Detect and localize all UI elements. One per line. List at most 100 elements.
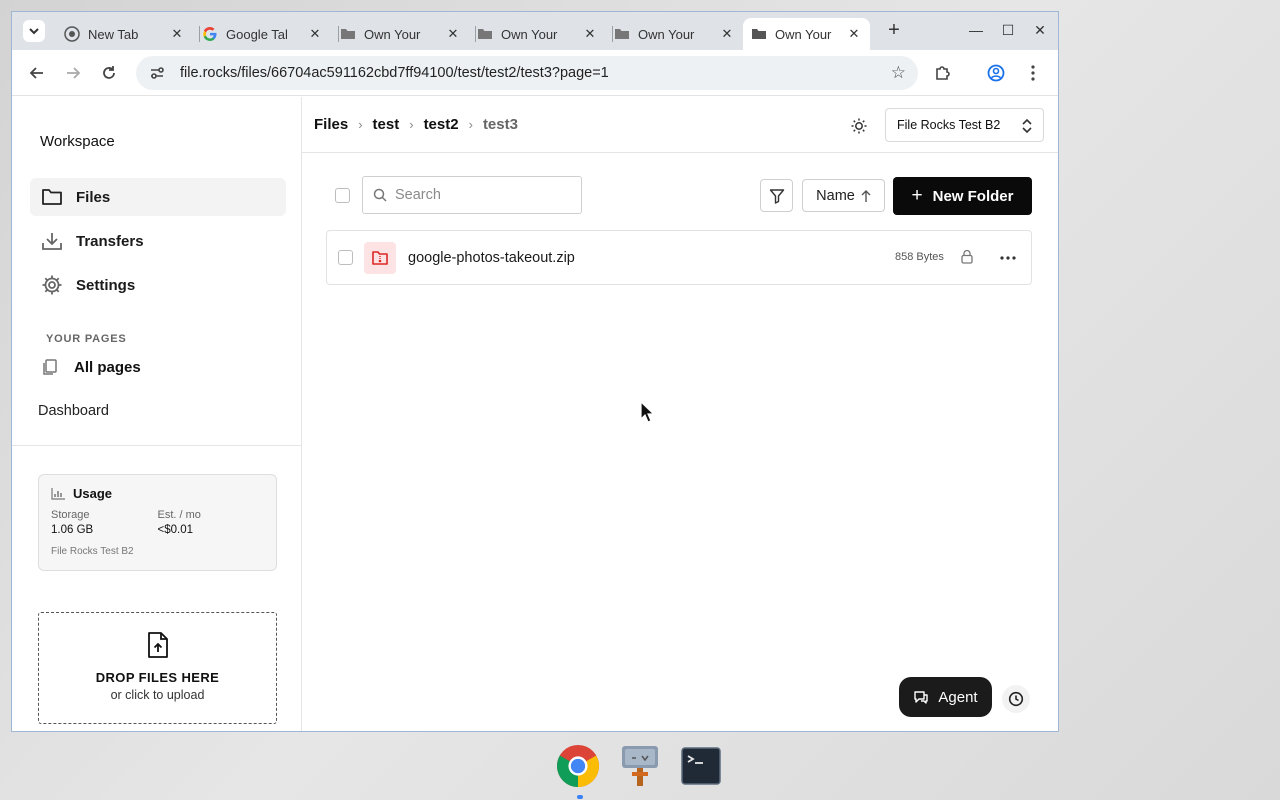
dock-chrome[interactable] — [556, 744, 600, 788]
maximize-icon[interactable]: ☐ — [999, 22, 1017, 39]
folder-icon — [40, 185, 64, 209]
workspace-label[interactable]: Workspace — [40, 133, 115, 150]
tab-own-your-2[interactable]: Own Your ✕ — [469, 18, 606, 50]
sidebar-item-transfers[interactable]: Transfers — [30, 222, 286, 260]
tab-title: Own Your — [638, 26, 695, 42]
sort-button[interactable]: Name — [802, 179, 885, 212]
filerocks-icon — [614, 26, 630, 42]
tab-search-button[interactable] — [23, 20, 45, 42]
download-icon — [40, 229, 64, 253]
sidebar-item-files[interactable]: Files — [30, 178, 286, 216]
extensions-button[interactable] — [932, 62, 954, 84]
storage-stat: Storage 1.06 GB — [51, 509, 158, 536]
active-app-indicator — [577, 795, 583, 799]
file-name[interactable]: google-photos-takeout.zip — [408, 250, 575, 266]
ellipsis-icon — [1000, 256, 1016, 260]
mouse-cursor-icon — [640, 401, 654, 423]
file-checkbox[interactable] — [338, 250, 353, 265]
sidebar-item-label: Transfers — [76, 232, 144, 250]
url-text: file.rocks/files/66704ac591162cbd7ff9410… — [180, 65, 609, 81]
cost-label: Est. / mo — [157, 509, 201, 521]
sort-label: Name — [816, 187, 855, 204]
history-button[interactable] — [1002, 685, 1030, 713]
more-actions-button[interactable] — [997, 249, 1019, 267]
search-input[interactable] — [395, 187, 565, 203]
arrow-up-icon — [861, 189, 871, 202]
search-icon — [373, 188, 387, 202]
close-icon[interactable]: ✕ — [582, 26, 598, 42]
dock-file-manager[interactable] — [618, 744, 662, 788]
storage-value: 1.06 GB — [51, 524, 94, 536]
tab-title: Own Your — [364, 26, 421, 42]
close-icon[interactable]: ✕ — [445, 26, 461, 42]
sidebar-item-label: All pages — [74, 358, 141, 376]
theme-toggle-button[interactable] — [848, 115, 870, 137]
breadcrumb: Files › test › test2 › test3 — [314, 116, 518, 133]
plus-icon: + — [911, 185, 923, 206]
file-row[interactable]: google-photos-takeout.zip 858 Bytes — [326, 230, 1032, 285]
breadcrumb-item-files[interactable]: Files — [314, 116, 348, 133]
puzzle-icon — [936, 66, 950, 80]
close-icon[interactable]: ✕ — [169, 26, 185, 42]
chevron-right-icon: › — [358, 117, 363, 132]
bar-chart-icon — [51, 487, 65, 500]
your-pages-heading: YOUR PAGES — [46, 333, 127, 345]
breadcrumb-item-test3: test3 — [482, 116, 518, 133]
usage-card: Usage Storage 1.06 GB Est. / mo <$0.01 F… — [38, 474, 277, 571]
reload-button[interactable] — [98, 62, 120, 84]
usage-header: Usage — [51, 486, 264, 501]
lock-icon — [961, 249, 973, 269]
bucket-select-value: File Rocks Test B2 — [897, 118, 1001, 132]
minimize-icon[interactable]: — — [967, 22, 985, 38]
close-icon[interactable]: ✕ — [846, 26, 862, 42]
usage-bucket-name: File Rocks Test B2 — [51, 546, 134, 557]
tab-new-tab[interactable]: New Tab ✕ — [56, 18, 193, 50]
filter-icon — [769, 188, 784, 204]
sidebar-item-label: Files — [76, 188, 111, 206]
close-icon[interactable]: ✕ — [307, 26, 323, 42]
window-close-icon[interactable]: ✕ — [1031, 22, 1049, 39]
sidebar-item-settings[interactable]: Settings — [30, 266, 286, 304]
desktop: New Tab ✕ Google Tal ✕ Own Your ✕ Own Yo… — [0, 0, 1280, 800]
arrow-left-icon — [29, 67, 43, 79]
sidebar-item-label: Settings — [76, 276, 136, 294]
bookmark-star-icon[interactable]: ☆ — [891, 63, 906, 83]
file-rocks-app: Workspace Files Transfers Settings YOUR … — [12, 97, 1058, 731]
usage-stats: Storage 1.06 GB Est. / mo <$0.01 — [51, 509, 264, 536]
tab-own-your-1[interactable]: Own Your ✕ — [332, 18, 469, 50]
agent-button[interactable]: Agent — [899, 677, 992, 717]
chrome-icon — [556, 744, 600, 788]
back-button[interactable] — [26, 62, 48, 84]
address-bar[interactable]: file.rocks/files/66704ac591162cbd7ff9410… — [136, 56, 918, 90]
filerocks-icon — [477, 26, 493, 42]
tab-title: Google Tal — [226, 26, 288, 42]
pages-icon — [38, 355, 62, 379]
tab-own-your-active[interactable]: Own Your ✕ — [743, 18, 870, 50]
kebab-menu-icon — [1031, 65, 1035, 81]
tab-own-your-3[interactable]: Own Your ✕ — [606, 18, 743, 50]
select-all-checkbox[interactable] — [335, 188, 350, 203]
gear-icon — [40, 273, 64, 297]
new-folder-button[interactable]: + New Folder — [893, 177, 1032, 215]
new-tab-button[interactable]: + — [884, 20, 904, 41]
search-field[interactable] — [362, 176, 582, 214]
filter-button[interactable] — [760, 179, 793, 212]
breadcrumb-item-test[interactable]: test — [373, 116, 400, 133]
dropzone-title: DROP FILES HERE — [95, 670, 220, 685]
file-upload-icon — [147, 632, 168, 658]
site-info-icon[interactable] — [148, 64, 166, 82]
forward-button[interactable] — [62, 62, 84, 84]
upload-dropzone[interactable]: DROP FILES HERE or click to upload — [38, 612, 277, 724]
terminal-icon — [681, 747, 721, 785]
breadcrumb-item-test2[interactable]: test2 — [424, 116, 459, 133]
dock-terminal[interactable] — [679, 744, 723, 788]
chrome-icon — [64, 26, 80, 42]
close-icon[interactable]: ✕ — [719, 26, 735, 42]
profile-button[interactable] — [985, 62, 1007, 84]
sidebar-item-all-pages[interactable]: All pages — [38, 353, 141, 381]
tab-title: Own Your — [775, 26, 832, 42]
tab-google[interactable]: Google Tal ✕ — [194, 18, 331, 50]
bucket-select[interactable]: File Rocks Test B2 — [885, 108, 1044, 142]
sidebar-item-dashboard[interactable]: Dashboard — [38, 403, 109, 419]
menu-button[interactable] — [1022, 62, 1044, 84]
